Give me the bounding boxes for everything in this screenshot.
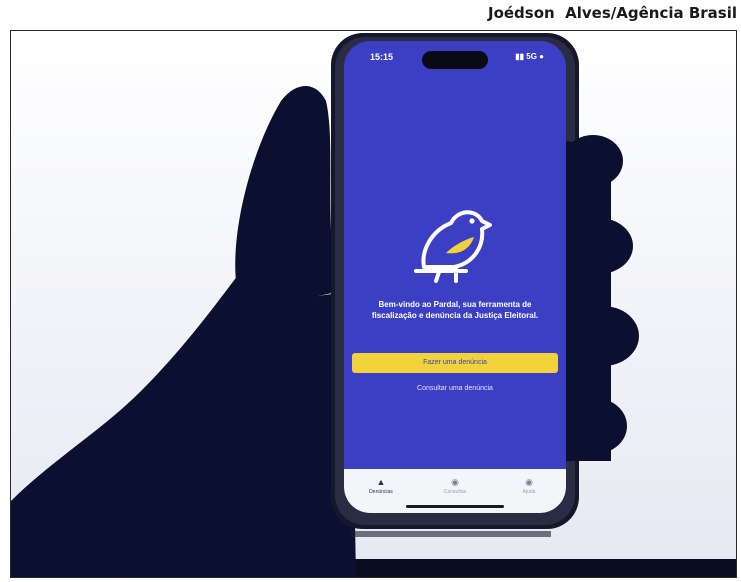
help-icon: ◉ — [525, 477, 533, 487]
tab-label: Consultas — [443, 489, 467, 495]
report-button[interactable]: Fazer uma denúncia — [352, 353, 558, 373]
bird-logo-icon — [414, 210, 492, 283]
tab-consultas[interactable]: ◉ Consultas — [425, 477, 485, 495]
photo-credit: Joédson Alves/Agência Brasil — [487, 4, 737, 22]
tab-denuncias[interactable]: ▲ Denúncias — [351, 477, 411, 495]
tab-ajuda[interactable]: ◉ Ajuda — [499, 477, 559, 495]
check-report-link[interactable]: Consultar uma denúncia — [344, 385, 566, 392]
status-bar: 15:15 ▮▮ 5G ● — [344, 49, 566, 69]
status-time: 15:15 — [370, 52, 394, 62]
home-indicator[interactable] — [406, 505, 504, 508]
info-icon: ◉ — [451, 477, 459, 487]
tab-label: Ajuda — [522, 489, 536, 495]
tab-label: Denúncias — [369, 489, 393, 495]
dynamic-island — [422, 51, 488, 69]
welcome-text: Bem-vindo ao Pardal, sua ferramenta de f… — [371, 300, 539, 320]
alert-icon: ▲ — [376, 477, 386, 487]
signal-battery-icon: ▮▮ 5G ● — [515, 52, 544, 61]
photograph: 15:15 ▮▮ 5G ● Bem-vindo ao Pardal, sua f… — [10, 30, 737, 578]
phone-screen: 15:15 ▮▮ 5G ● Bem-vindo ao Pardal, sua f… — [344, 41, 566, 513]
